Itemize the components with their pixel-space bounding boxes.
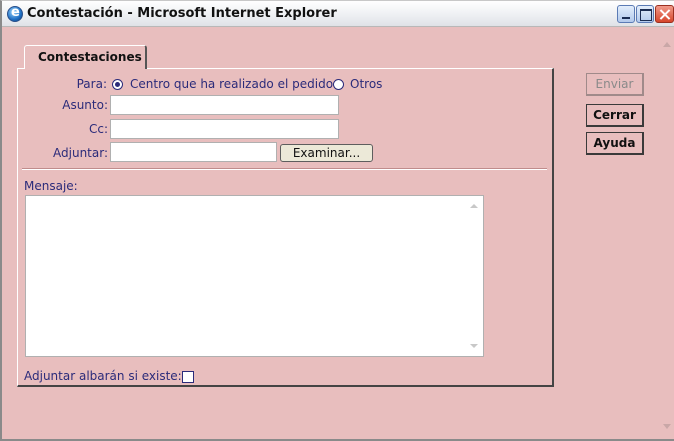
examinar-button[interactable]: Examinar... — [280, 144, 373, 162]
cc-label: Cc: — [88, 122, 108, 136]
para-label: Para: — [76, 77, 107, 91]
close-icon[interactable] — [655, 5, 674, 23]
cc-input[interactable] — [110, 119, 339, 139]
mensaje-scroll-down-icon[interactable] — [470, 344, 478, 348]
albaran-checkbox[interactable] — [182, 371, 194, 383]
minimize-icon[interactable] — [617, 5, 635, 23]
tab-contestaciones[interactable]: Contestaciones — [24, 45, 147, 69]
asunto-label: Asunto: — [62, 98, 108, 112]
radio-otros[interactable] — [333, 79, 344, 90]
ayuda-button[interactable]: Ayuda — [586, 132, 644, 155]
mensaje-textarea[interactable] — [25, 195, 484, 357]
cerrar-button[interactable]: Cerrar — [586, 104, 644, 127]
maximize-icon[interactable] — [636, 5, 654, 23]
page-scrollbar[interactable] — [660, 28, 674, 438]
adjuntar-label: Adjuntar: — [53, 146, 108, 160]
separator — [22, 168, 547, 170]
window-title: Contestación - Microsoft Internet Explor… — [27, 6, 337, 21]
radio-centro-label[interactable]: Centro que ha realizado el pedido — [130, 77, 333, 91]
asunto-input[interactable] — [110, 95, 339, 115]
mensaje-label: Mensaje: — [24, 179, 78, 193]
tab-label: Contestaciones — [38, 50, 142, 64]
radio-centro[interactable] — [112, 79, 123, 90]
scroll-down-icon[interactable] — [663, 424, 671, 429]
albaran-label: Adjuntar albarán si existe: — [24, 369, 182, 383]
ie-icon — [7, 5, 23, 22]
browser-window: Contestación - Microsoft Internet Explor… — [0, 0, 674, 441]
enviar-button[interactable]: Enviar — [586, 73, 644, 96]
mensaje-scroll-up-icon[interactable] — [470, 204, 478, 208]
adjuntar-input[interactable] — [110, 142, 277, 162]
mensaje-scrollbar[interactable] — [468, 198, 481, 354]
title-bar: Contestación - Microsoft Internet Explor… — [2, 1, 674, 27]
scroll-up-icon[interactable] — [663, 42, 671, 47]
radio-otros-label[interactable]: Otros — [350, 77, 382, 91]
